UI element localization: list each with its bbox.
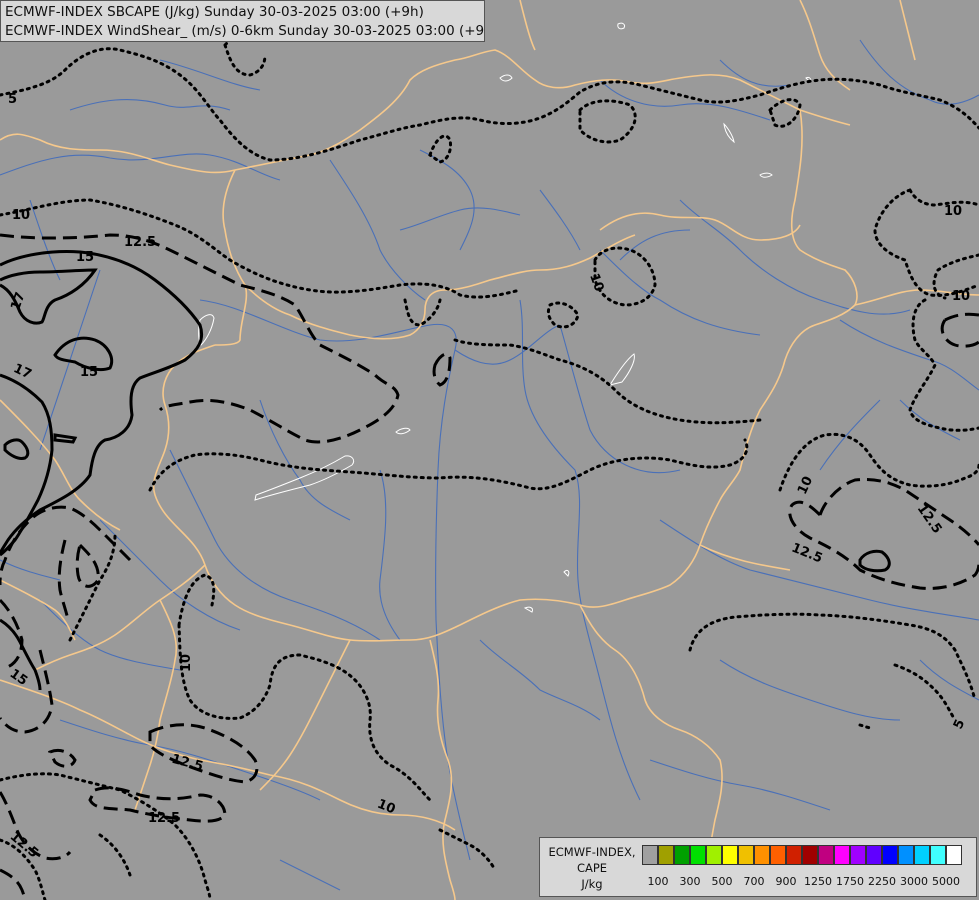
title-line-sbcape: ECMWF-INDEX SBCAPE (J/kg) Sunday 30-03-2…: [5, 4, 424, 20]
legend-swatch: [706, 845, 722, 865]
legend-tick-label: 5000: [932, 875, 960, 888]
legend-title-source: ECMWF-INDEX,: [548, 845, 636, 859]
contour-label: 10: [12, 208, 30, 223]
contour-label: 12.5: [124, 235, 156, 250]
legend-swatch: [834, 845, 850, 865]
legend-title: ECMWF-INDEX, CAPE J/kg: [542, 844, 642, 892]
contour-label: 15: [80, 365, 98, 380]
legend-swatch: [642, 845, 658, 865]
legend-swatch: [882, 845, 898, 865]
legend-tick-label: 2250: [868, 875, 896, 888]
legend-title-unit: J/kg: [581, 877, 603, 891]
weather-map: 5 10 12.5 15 17 17 15 10 10 10 10 12.5 1…: [0, 0, 979, 900]
legend-swatch: [674, 845, 690, 865]
legend-swatch: [722, 845, 738, 865]
legend-tick-label: 300: [679, 875, 701, 888]
contour-label: 10: [952, 289, 970, 304]
legend-tick-label: 500: [711, 875, 733, 888]
contour-label: 12.5: [148, 811, 180, 826]
legend-swatches: [642, 845, 962, 865]
legend-swatch: [930, 845, 946, 865]
contour-label: 10: [179, 654, 194, 672]
legend-swatch: [690, 845, 706, 865]
legend-tick-label: 700: [743, 875, 765, 888]
legend-tick-label: 100: [647, 875, 669, 888]
legend-swatch: [850, 845, 866, 865]
legend-swatch: [658, 845, 674, 865]
contour-label: 5: [8, 92, 17, 107]
cape-legend: ECMWF-INDEX, CAPE J/kg 100 300 500 700 900 12…: [539, 837, 977, 897]
legend-swatch: [866, 845, 882, 865]
legend-swatch: [770, 845, 786, 865]
legend-swatch: [738, 845, 754, 865]
legend-tick-label: 900: [775, 875, 797, 888]
title-line-windshear: ECMWF-INDEX WindShear_ (m/s) 0-6km Sunda…: [5, 23, 485, 39]
legend-ticks: 100 300 500 700 900 1250 1750 2250 3000 5000: [642, 875, 972, 891]
legend-swatch: [818, 845, 834, 865]
contour-label: 15: [76, 250, 94, 265]
legend-swatch: [946, 845, 962, 865]
contour-label: 10: [944, 204, 962, 219]
legend-swatch: [898, 845, 914, 865]
legend-swatch: [914, 845, 930, 865]
legend-tick-label: 1250: [804, 875, 832, 888]
legend-tick-label: 3000: [900, 875, 928, 888]
legend-tick-label: 1750: [836, 875, 864, 888]
legend-swatch: [754, 845, 770, 865]
map-title-box: ECMWF-INDEX SBCAPE (J/kg) Sunday 30-03-2…: [0, 0, 485, 42]
legend-title-variable: CAPE: [576, 861, 608, 875]
legend-swatch: [786, 845, 802, 865]
legend-swatch: [802, 845, 818, 865]
